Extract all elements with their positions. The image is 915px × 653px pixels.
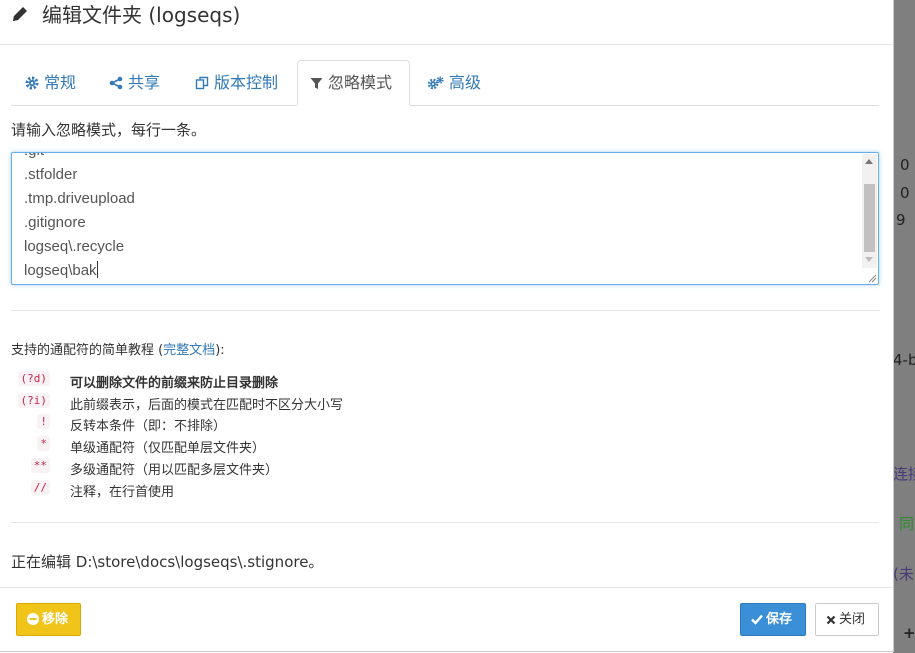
minus-circle-icon — [27, 613, 39, 625]
tab-versioning[interactable]: 版本控制 — [183, 60, 290, 105]
pattern-help-row: ** 多级通配符（用以匹配多层文件夹） — [0, 456, 600, 478]
share-icon — [109, 76, 123, 90]
pattern-help-row: (?d) 可以删除文件的前缀来防止目录删除 — [0, 369, 600, 391]
pattern-help-row: * 单级通配符（仅匹配单层文件夹） — [0, 434, 600, 456]
pattern-desc: 可以删除文件的前缀来防止目录删除 — [70, 376, 279, 391]
pattern-help-row: // 注释，在行首使用 — [0, 478, 600, 500]
gear-icon — [25, 76, 39, 90]
pattern-line: .stfolder — [24, 166, 78, 183]
pattern-desc: 单级通配符（仅匹配单层文件夹） — [70, 441, 266, 456]
pattern-desc: 此前缀表示，后面的模式在匹配时不区分大小写 — [70, 398, 344, 413]
modal-header: 编辑文件夹 (logseqs) — [0, 0, 893, 45]
pattern-line: logseq\.recycle — [24, 238, 125, 255]
background-text: 0 — [900, 156, 910, 174]
copy-icon — [195, 76, 209, 90]
tab-label: 共享 — [128, 73, 161, 92]
textarea-content: .git .stfolder .tmp.driveupload .gitigno… — [24, 153, 135, 283]
editing-path: 正在编辑 D:\store\docs\logseqs\.stignore。 — [11, 553, 324, 571]
tab-label: 版本控制 — [214, 73, 279, 92]
help-intro-text: 支持的通配符的简单教程 ( — [11, 343, 164, 358]
pattern-help-row: ! 反转本条件（即：不排除） — [0, 412, 600, 434]
divider — [11, 522, 879, 523]
scroll-thumb[interactable] — [864, 184, 875, 252]
close-button[interactable]: 关闭 — [815, 603, 879, 636]
divider — [11, 310, 879, 311]
pattern-help-row: (?i) 此前缀表示，后面的模式在匹配时不区分大小写 — [0, 391, 600, 413]
pattern-code: (?i) — [17, 393, 50, 408]
tab-label: 忽略模式 — [328, 73, 393, 92]
pattern-desc: 注释，在行首使用 — [70, 485, 175, 500]
resize-grip-icon[interactable] — [867, 273, 877, 283]
help-intro: 支持的通配符的简单教程 (完整文档): — [11, 339, 225, 358]
background-text: 0 — [900, 184, 910, 202]
pattern-line: logseq\bak — [24, 262, 97, 279]
pattern-line: .gitignore — [24, 214, 86, 231]
tab-label: 常规 — [44, 73, 77, 92]
textarea-scrollbar[interactable] — [862, 154, 877, 268]
pattern-code: // — [30, 480, 50, 495]
text-caret — [96, 261, 98, 278]
filter-icon — [310, 78, 323, 89]
modal-footer-divider — [0, 587, 893, 588]
pattern-code: * — [37, 436, 50, 451]
ignore-patterns-textarea[interactable]: .git .stfolder .tmp.driveupload .gitigno… — [11, 152, 879, 285]
save-button-label: 保存 — [766, 612, 793, 627]
tab-ignore-patterns[interactable]: 忽略模式 — [297, 60, 410, 106]
check-icon — [751, 614, 763, 625]
tab-sharing[interactable]: 共享 — [97, 60, 172, 105]
background-page — [893, 0, 915, 653]
background-text: 同 — [899, 515, 915, 533]
background-text: 连接 — [893, 465, 915, 483]
background-text: + — [903, 624, 915, 642]
full-docs-link[interactable]: 完整文档 — [163, 343, 215, 358]
modal-title: 编辑文件夹 (logseqs) — [42, 3, 241, 27]
pattern-desc: 多级通配符（用以匹配多层文件夹） — [70, 463, 279, 478]
scroll-up-arrow-icon[interactable] — [865, 159, 873, 164]
background-text: (未 — [893, 565, 914, 583]
pattern-code: (?d) — [17, 371, 50, 386]
pattern-line: .git — [24, 153, 135, 163]
pencil-icon — [13, 7, 27, 21]
close-icon — [826, 615, 836, 625]
background-text: 9 — [896, 211, 906, 229]
tab-bar: 常规 共享 版本控制 忽略模式 高级 — [11, 60, 879, 106]
help-intro-end: ): — [215, 343, 225, 358]
remove-button-label: 移除 — [42, 612, 69, 627]
pattern-code: ** — [30, 458, 50, 473]
pattern-line: .tmp.driveupload — [24, 190, 135, 207]
background-text: 4-b — [893, 351, 915, 369]
scroll-down-arrow-icon[interactable] — [865, 257, 873, 262]
tab-label: 高级 — [449, 73, 482, 92]
tab-general[interactable]: 常规 — [13, 60, 88, 105]
pattern-code: ! — [37, 414, 50, 429]
close-button-label: 关闭 — [839, 612, 866, 627]
gears-icon — [427, 76, 444, 90]
pattern-desc: 反转本条件（即：不排除） — [70, 419, 227, 434]
tab-advanced[interactable]: 高级 — [415, 60, 493, 105]
remove-button[interactable]: 移除 — [16, 603, 81, 636]
edit-folder-modal: 编辑文件夹 (logseqs) 常规 共享 版本控制 忽略模式 高级 请输入忽略… — [0, 0, 894, 652]
save-button[interactable]: 保存 — [740, 603, 806, 636]
ignore-instruction: 请输入忽略模式，每行一条。 — [11, 121, 207, 139]
